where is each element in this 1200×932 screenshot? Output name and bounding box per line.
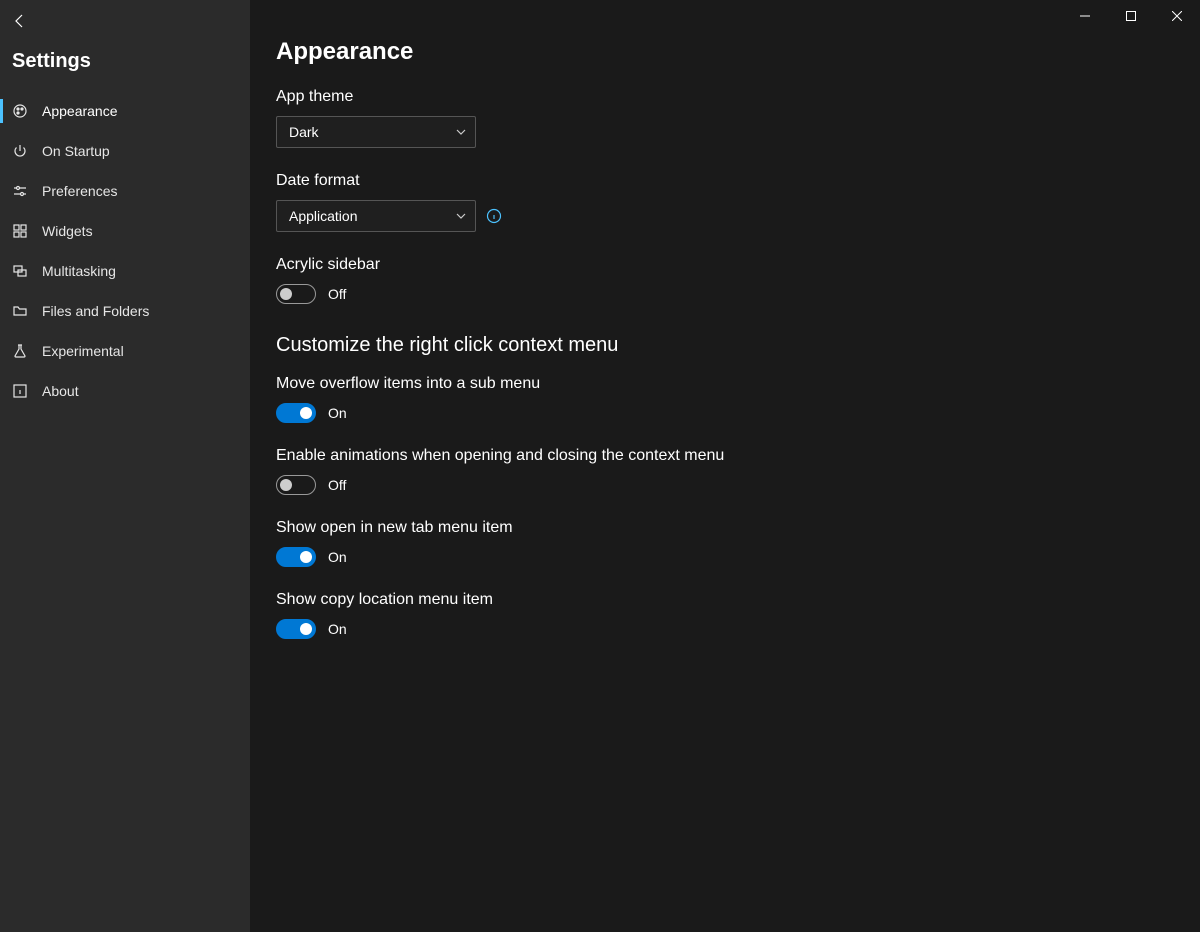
toggle-state: On — [328, 405, 347, 421]
sidebar-item-widgets[interactable]: Widgets — [0, 211, 250, 251]
sidebar-item-label: Widgets — [42, 223, 93, 239]
sidebar-item-preferences[interactable]: Preferences — [0, 171, 250, 211]
sidebar-item-label: About — [42, 383, 79, 399]
sliders-icon — [12, 183, 28, 199]
setting-date-format: Date format Application — [276, 172, 836, 232]
nav-list: Appearance On Startup Preferences Widget… — [0, 91, 250, 411]
setting-acrylic-sidebar: Acrylic sidebar Off — [276, 256, 836, 304]
sidebar-title: Settings — [0, 36, 250, 91]
page-title: Appearance — [276, 38, 836, 66]
setting-label: Move overflow items into a sub menu — [276, 375, 836, 393]
toggle-state: Off — [328, 477, 346, 493]
flask-icon — [12, 343, 28, 359]
multitasking-icon — [12, 263, 28, 279]
minimize-icon — [1080, 11, 1090, 21]
back-button[interactable] — [0, 6, 40, 36]
setting-label: Acrylic sidebar — [276, 256, 836, 274]
maximize-icon — [1126, 11, 1136, 21]
toggle-state: Off — [328, 286, 346, 302]
sidebar-item-label: Files and Folders — [42, 303, 149, 319]
setting-app-theme: App theme Dark — [276, 88, 836, 148]
app-root: Settings Appearance On Startup Preferenc… — [0, 0, 1200, 932]
sidebar-item-label: Appearance — [42, 103, 118, 119]
setting-open-new-tab: Show open in new tab menu item On — [276, 519, 836, 567]
date-format-select[interactable]: Application — [276, 200, 476, 232]
palette-icon — [12, 103, 28, 119]
setting-context-animations: Enable animations when opening and closi… — [276, 447, 836, 495]
widgets-icon — [12, 223, 28, 239]
chevron-down-icon — [455, 210, 467, 222]
settings-sidebar: Settings Appearance On Startup Preferenc… — [0, 0, 250, 932]
info-square-icon — [12, 383, 28, 399]
sidebar-item-about[interactable]: About — [0, 371, 250, 411]
minimize-button[interactable] — [1062, 0, 1108, 32]
setting-label: Show open in new tab menu item — [276, 519, 836, 537]
sidebar-item-label: Multitasking — [42, 263, 116, 279]
main-content: Appearance App theme Dark Date format Ap… — [250, 0, 1200, 932]
section-context-menu-title: Customize the right click context menu — [276, 334, 836, 357]
newtab-toggle[interactable] — [276, 547, 316, 567]
setting-copy-location: Show copy location menu item On — [276, 591, 836, 639]
toggle-state: On — [328, 621, 347, 637]
maximize-button[interactable] — [1108, 0, 1154, 32]
toggle-state: On — [328, 549, 347, 565]
arrow-left-icon — [12, 13, 28, 29]
sidebar-item-experimental[interactable]: Experimental — [0, 331, 250, 371]
info-icon[interactable] — [486, 208, 502, 224]
sidebar-item-label: Preferences — [42, 183, 117, 199]
sidebar-item-files-and-folders[interactable]: Files and Folders — [0, 291, 250, 331]
folder-icon — [12, 303, 28, 319]
sidebar-item-label: Experimental — [42, 343, 124, 359]
app-theme-select[interactable]: Dark — [276, 116, 476, 148]
animations-toggle[interactable] — [276, 475, 316, 495]
sidebar-item-appearance[interactable]: Appearance — [0, 91, 250, 131]
sidebar-item-multitasking[interactable]: Multitasking — [0, 251, 250, 291]
acrylic-toggle[interactable] — [276, 284, 316, 304]
setting-label: App theme — [276, 88, 836, 106]
copylocation-toggle[interactable] — [276, 619, 316, 639]
window-controls — [1062, 0, 1200, 32]
sidebar-item-on-startup[interactable]: On Startup — [0, 131, 250, 171]
combo-value: Dark — [289, 124, 319, 140]
setting-overflow-submenu: Move overflow items into a sub menu On — [276, 375, 836, 423]
power-icon — [12, 143, 28, 159]
sidebar-item-label: On Startup — [42, 143, 110, 159]
setting-label: Show copy location menu item — [276, 591, 836, 609]
close-icon — [1172, 11, 1182, 21]
setting-label: Enable animations when opening and closi… — [276, 447, 836, 465]
close-button[interactable] — [1154, 0, 1200, 32]
setting-label: Date format — [276, 172, 836, 190]
combo-value: Application — [289, 208, 358, 224]
overflow-toggle[interactable] — [276, 403, 316, 423]
chevron-down-icon — [455, 126, 467, 138]
